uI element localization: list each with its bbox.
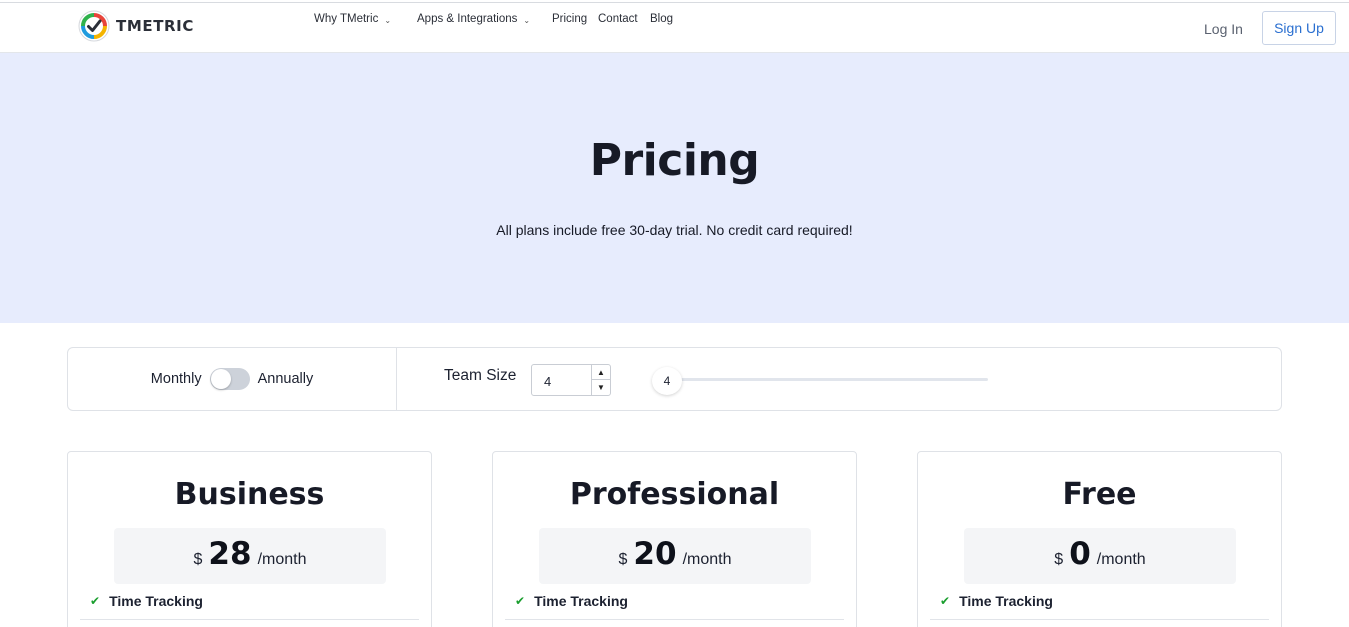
plan-feature: ✔ Time Tracking [940, 593, 1053, 609]
price-amount: 0 [1069, 536, 1091, 572]
nav-label: Why TMetric [314, 13, 379, 25]
plan-feature: ✔ Time Tracking [515, 593, 628, 609]
nav-label: Pricing [552, 13, 588, 25]
brand-logo[interactable]: TMETRIC [78, 10, 194, 42]
toggle-knob [210, 369, 231, 389]
check-icon: ✔ [940, 594, 951, 608]
brand-name: TMETRIC [116, 17, 194, 35]
price-amount: 28 [208, 536, 252, 572]
price-currency: $ [618, 551, 628, 568]
price-currency: $ [193, 551, 203, 568]
price-period: /month [682, 551, 732, 568]
check-icon: ✔ [90, 594, 101, 608]
team-size-label: Team Size [444, 367, 517, 384]
login-link[interactable]: Log In [1204, 21, 1243, 37]
billing-monthly-label[interactable]: Monthly [151, 371, 202, 387]
team-size-input[interactable]: 4 ▲ ▼ [531, 364, 611, 396]
billing-annually-label[interactable]: Annually [258, 371, 314, 387]
divider [930, 619, 1269, 620]
team-size-slider-track[interactable] [666, 378, 988, 381]
plan-card-free: Free $ 0 /month ✔ Time Tracking [917, 451, 1282, 627]
feature-label: Time Tracking [959, 593, 1053, 609]
slider-value: 4 [663, 374, 671, 388]
team-size-value: 4 [544, 374, 552, 389]
price-period: /month [257, 551, 307, 568]
site-header: TMETRIC Why TMetric ⌄ Apps & Integration… [0, 3, 1349, 53]
tmetric-logo-icon [78, 10, 110, 42]
nav-contact[interactable]: Contact [598, 13, 650, 25]
pricing-hero: Pricing All plans include free 30-day tr… [0, 53, 1349, 323]
divider [505, 619, 844, 620]
billing-period-switch: Monthly Annually [68, 348, 397, 410]
plan-price: $ 0 /month [964, 528, 1236, 584]
plan-name: Professional [569, 477, 780, 512]
arrow-up-icon[interactable]: ▲ [592, 365, 610, 380]
nav-apps-integrations[interactable]: Apps & Integrations ⌄ [417, 13, 552, 25]
price-currency: $ [1054, 551, 1064, 568]
plan-card-business: Business $ 28 /month ✔ Time Tracking [67, 451, 432, 627]
plan-price: $ 20 /month [539, 528, 811, 584]
nav-why-tmetric[interactable]: Why TMetric ⌄ [314, 13, 417, 25]
signup-button[interactable]: Sign Up [1262, 11, 1336, 45]
team-size-slider-handle[interactable]: 4 [652, 367, 682, 395]
plan-name: Business [174, 477, 325, 512]
plan-price: $ 28 /month [114, 528, 386, 584]
plan-name: Free [1062, 477, 1137, 512]
plan-feature: ✔ Time Tracking [90, 593, 203, 609]
check-icon: ✔ [515, 594, 526, 608]
chevron-down-icon: ⌄ [523, 15, 531, 25]
main-nav: Why TMetric ⌄ Apps & Integrations ⌄ Pric… [314, 13, 673, 25]
nav-label: Contact [598, 13, 638, 25]
page-subtitle: All plans include free 30-day trial. No … [496, 222, 853, 238]
page-title: Pricing [589, 135, 760, 186]
billing-toggle[interactable] [209, 368, 250, 390]
price-amount: 20 [633, 536, 677, 572]
nav-blog[interactable]: Blog [650, 13, 673, 25]
pricing-controls: Monthly Annually Team Size 4 ▲ ▼ 4 [67, 347, 1282, 411]
nav-label: Apps & Integrations [417, 13, 518, 25]
plan-card-professional: Professional $ 20 /month ✔ Time Tracking [492, 451, 857, 627]
divider [80, 619, 419, 620]
arrow-down-icon[interactable]: ▼ [592, 380, 610, 395]
feature-label: Time Tracking [534, 593, 628, 609]
team-size-stepper: ▲ ▼ [591, 365, 610, 395]
price-period: /month [1096, 551, 1146, 568]
chevron-down-icon: ⌄ [384, 15, 392, 25]
nav-pricing[interactable]: Pricing [552, 13, 598, 25]
nav-label: Blog [650, 13, 674, 25]
feature-label: Time Tracking [109, 593, 203, 609]
